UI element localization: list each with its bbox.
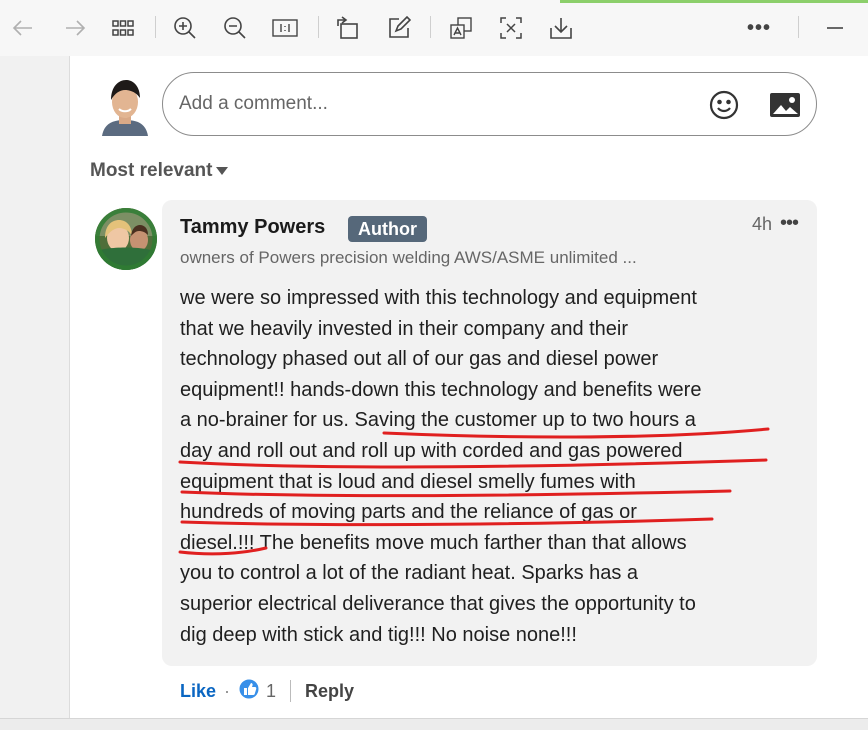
toolbar-accent-bar: [560, 0, 868, 3]
commenter-avatar[interactable]: [95, 208, 157, 270]
sort-dropdown[interactable]: Most relevant: [90, 160, 229, 182]
comment-line: superior electrical deliverance that giv…: [180, 592, 696, 615]
comment-line: you to control a lot of the radiant heat…: [180, 562, 639, 585]
like-reaction-icon[interactable]: [238, 678, 260, 705]
comment-input-placeholder: Add a comment...: [179, 93, 328, 114]
viewer-toolbar: •••: [0, 0, 868, 56]
comment-line: equipment that is loud and diesel smelly…: [180, 470, 636, 493]
edit-icon[interactable]: [386, 14, 412, 42]
commenter-headline: owners of Powers precision welding AWS/A…: [180, 248, 637, 267]
forward-arrow-icon[interactable]: [62, 14, 88, 42]
actions-divider: [290, 680, 292, 702]
comment-line: that we heavily invested in their compan…: [180, 317, 629, 340]
toolbar-divider: [798, 16, 799, 38]
image-icon[interactable]: [768, 89, 802, 121]
reaction-count[interactable]: 1: [266, 681, 276, 702]
separator-dot: ·: [224, 680, 231, 701]
author-badge: Author: [348, 216, 427, 242]
toolbar-divider: [155, 16, 156, 38]
comment-input[interactable]: Add a comment...: [162, 72, 817, 136]
reply-button[interactable]: Reply: [305, 681, 354, 702]
ocr-icon[interactable]: [498, 14, 524, 42]
comment-line: dig deep with stick and tig!!! No noise …: [180, 623, 577, 646]
bottom-edge: [0, 718, 868, 730]
like-button[interactable]: Like: [180, 681, 216, 702]
toolbar-divider: [318, 16, 319, 38]
sort-label: Most relevant: [90, 160, 213, 181]
toolbar-divider: [430, 16, 431, 38]
download-icon[interactable]: [548, 14, 574, 42]
comment-text: we were so impressed with this technolog…: [180, 283, 800, 650]
comment-line: day and roll out and roll up with corded…: [180, 439, 683, 462]
comment-actions: Like · 1 Reply: [180, 678, 354, 704]
translate-icon[interactable]: [448, 14, 474, 42]
caret-down-icon: [216, 167, 229, 175]
comment-line: a no-brainer for us. Saving the customer…: [180, 409, 696, 432]
comment-line: hundreds of moving parts and the relianc…: [180, 501, 637, 524]
back-arrow-icon[interactable]: [10, 14, 36, 42]
rotate-icon[interactable]: [335, 14, 361, 42]
comment-timestamp: 4h: [752, 214, 773, 234]
comment-line: technology phased out all of our gas and…: [180, 348, 659, 371]
comment-line: diesel.!!! The benefits move much farthe…: [180, 531, 687, 554]
more-icon[interactable]: •••: [746, 14, 772, 42]
emoji-icon[interactable]: [708, 89, 740, 121]
minimize-icon[interactable]: [822, 14, 848, 42]
current-user-avatar[interactable]: [100, 76, 150, 136]
comment-options-icon[interactable]: •••: [780, 212, 799, 235]
comment-line: we were so impressed with this technolog…: [180, 287, 697, 309]
comment-line: equipment!! hands-down this technology a…: [180, 378, 702, 401]
left-rail: [0, 56, 70, 718]
zoom-out-icon[interactable]: [222, 14, 248, 42]
zoom-in-icon[interactable]: [172, 14, 198, 42]
commenter-name[interactable]: Tammy Powers: [180, 216, 325, 239]
grid-view-icon[interactable]: [110, 14, 136, 42]
actual-size-icon[interactable]: [272, 14, 298, 42]
